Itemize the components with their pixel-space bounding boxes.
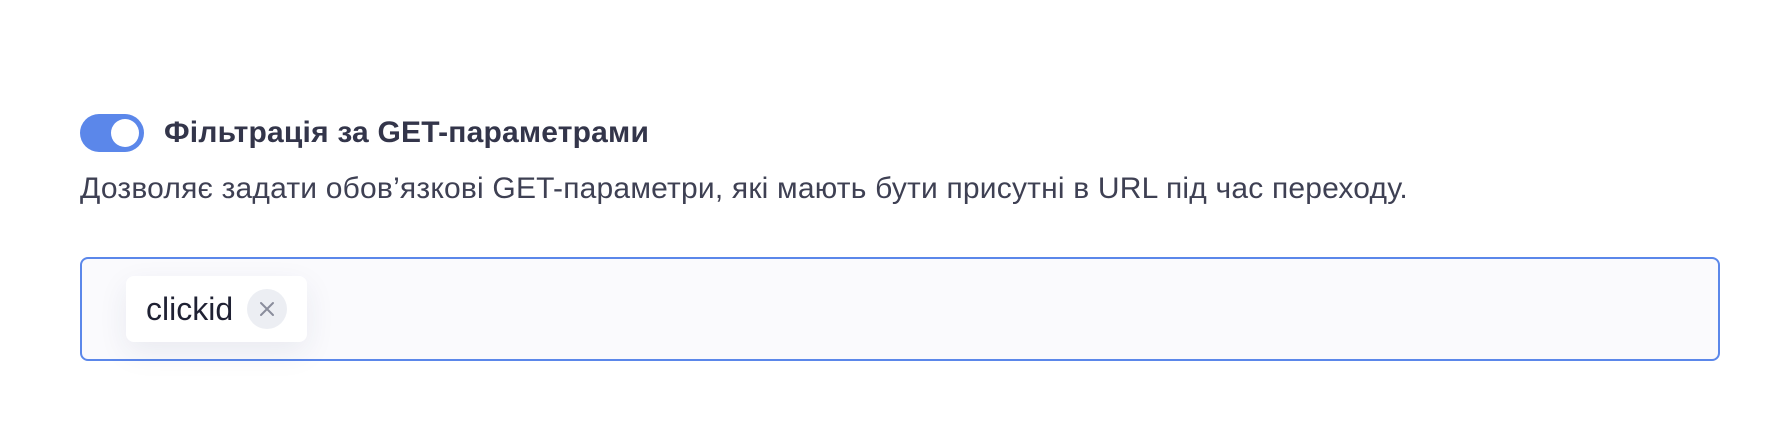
toggle-knob (111, 119, 139, 147)
setting-description: Дозволяє задати обов’язкові GET-параметр… (80, 172, 1408, 205)
close-icon-glyph (260, 302, 275, 316)
get-params-tag-input[interactable]: clickid (80, 257, 1720, 361)
get-params-filter-panel: Фільтрація за GET-параметрами Дозволяє з… (0, 0, 1768, 444)
setting-header: Фільтрація за GET-параметрами (80, 113, 649, 153)
close-icon[interactable] (247, 289, 288, 329)
tag-chip: clickid (126, 276, 308, 342)
tag-label: clickid (146, 290, 234, 327)
get-params-filter-toggle[interactable] (80, 114, 144, 152)
setting-title: Фільтрація за GET-параметрами (164, 116, 650, 149)
